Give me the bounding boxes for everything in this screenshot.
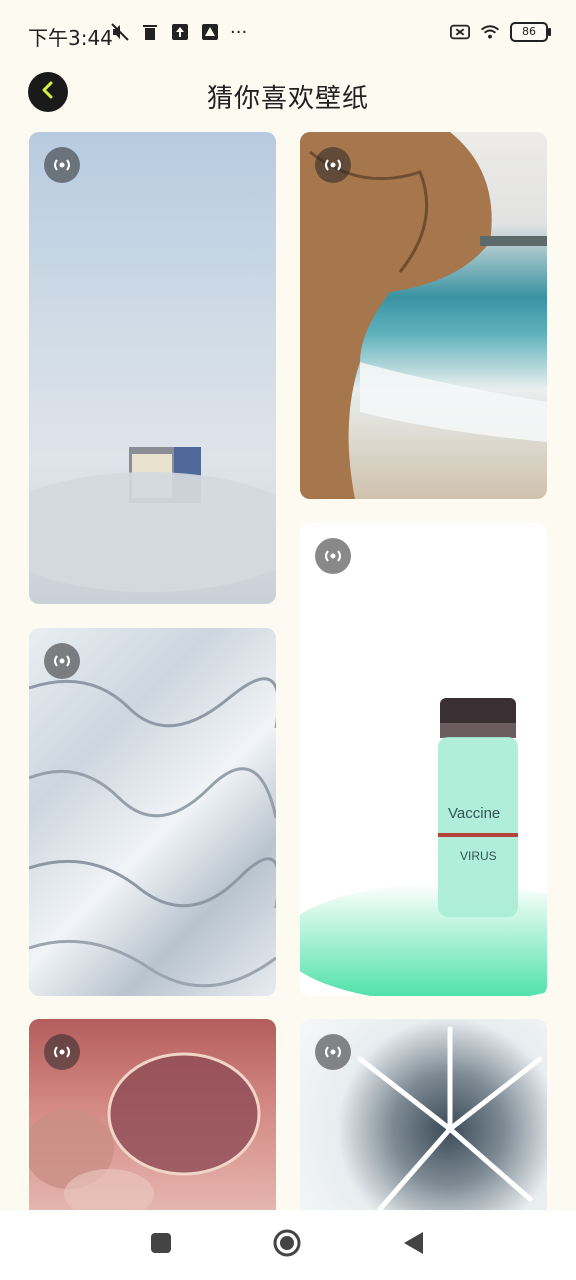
wallpaper-card-frost-crystals[interactable] [300, 1019, 547, 1210]
live-wallpaper-icon [44, 1034, 80, 1070]
live-wallpaper-icon [44, 643, 80, 679]
wallpaper-card-vaccine-vial[interactable]: Vaccine VIRUS [300, 523, 547, 996]
circle-icon [272, 1228, 302, 1262]
wallpaper-card-frozen-surface[interactable] [29, 628, 276, 996]
live-wallpaper-icon [315, 1034, 351, 1070]
vial-label: Vaccine [448, 805, 501, 822]
home-button[interactable] [272, 1228, 302, 1262]
wallpaper-card-wine-glasses[interactable] [29, 1019, 276, 1210]
triangle-back-icon [401, 1230, 425, 1260]
live-wallpaper-icon [44, 147, 80, 183]
live-wallpaper-icon [315, 538, 351, 574]
square-icon [150, 1232, 172, 1258]
system-nav-bar [0, 1210, 576, 1280]
vial-sublabel: VIRUS [460, 849, 497, 863]
recents-button[interactable] [146, 1230, 176, 1260]
wallpaper-card-coast-rocks[interactable] [300, 132, 547, 499]
back-nav-button[interactable] [398, 1230, 428, 1260]
wallpaper-card-fog-building[interactable] [29, 132, 276, 604]
wallpaper-grid: Vaccine VIRUS [0, 0, 576, 1210]
live-wallpaper-icon [315, 147, 351, 183]
